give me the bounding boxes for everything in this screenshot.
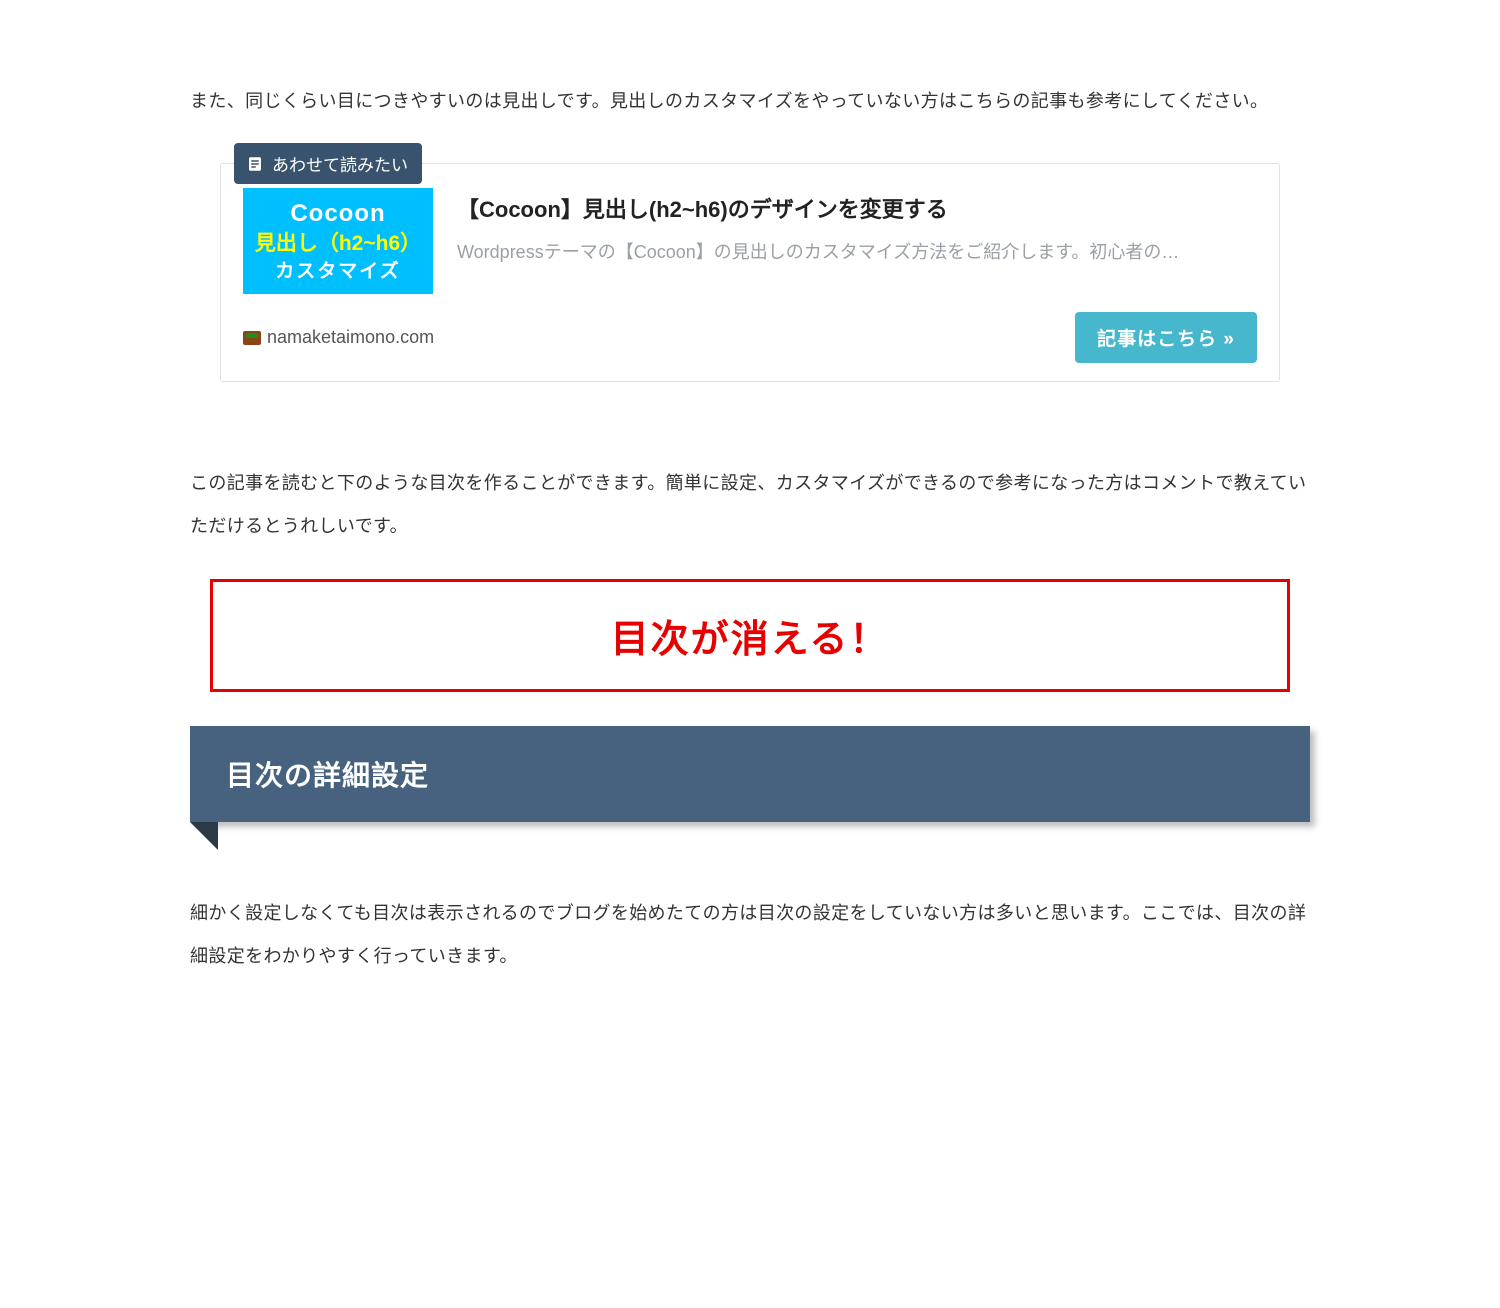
favicon-icon [243,331,261,345]
section-heading: 目次の詳細設定 [190,726,1310,822]
card-inner: Cocoon 見出し（h2~h6） カスタマイズ 【Cocoon】見出し(h2~… [220,163,1280,382]
spacer [190,862,1310,892]
warning-banner: 目次が消える！ [210,579,1290,692]
card-bottom: namaketaimono.com 記事はこちら » [243,312,1257,363]
card-badge-label: あわせて読みたい [272,151,408,176]
thumb-line-2: 見出し（h2~h6） [255,230,421,258]
thumb-line-3: カスタマイズ [275,259,400,285]
card-top: Cocoon 見出し（h2~h6） カスタマイズ 【Cocoon】見出し(h2~… [243,188,1257,294]
intro-paragraph: また、同じくらい目につきやすいのは見出しです。見出しのカスタマイズをやっていない… [190,80,1310,123]
card-title: 【Cocoon】見出し(h2~h6)のデザインを変更する [457,192,1257,224]
card-description: Wordpressテーマの【Cocoon】の見出しのカスタマイズ方法をご紹介しま… [457,238,1257,264]
warning-banner-text: 目次が消える！ [611,619,890,661]
card-thumbnail: Cocoon 見出し（h2~h6） カスタマイズ [243,188,433,294]
article-icon [246,155,264,173]
section-intro-paragraph: 細かく設定しなくても目次は表示されるのでブログを始めたての方は目次の設定をしてい… [190,892,1310,978]
spacer [190,432,1310,462]
thumb-line-1: Cocoon [290,198,385,230]
section-heading-wrap: 目次の詳細設定 [190,726,1310,822]
article-body: また、同じくらい目につきやすいのは見出しです。見出しのカスタマイズをやっていない… [190,0,1310,978]
card-text: 【Cocoon】見出し(h2~h6)のデザインを変更する Wordpressテー… [433,188,1257,294]
card-domain-text: namaketaimono.com [267,327,434,348]
card-domain: namaketaimono.com [243,327,434,348]
result-paragraph: この記事を読むと下のような目次を作ることができます。簡単に設定、カスタマイズがで… [190,462,1310,548]
read-article-button[interactable]: 記事はこちら » [1075,312,1257,363]
related-article-card[interactable]: あわせて読みたい Cocoon 見出し（h2~h6） カスタマイズ 【Cocoo… [220,163,1280,382]
card-badge: あわせて読みたい [234,143,422,184]
